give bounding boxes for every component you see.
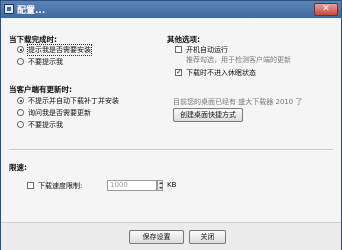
radio-no-prompt-install[interactable] xyxy=(17,58,24,65)
speed-limit-unit: KB xyxy=(167,181,177,189)
radio-no-prompt-update-label[interactable]: 不要提示我 xyxy=(28,120,63,130)
close-window-button[interactable]: ✕ xyxy=(314,3,338,16)
radio-prompt-install-label[interactable]: 提示我是否需要安装 xyxy=(27,44,92,56)
speed-limit-label[interactable]: 下载速度限制: xyxy=(38,181,82,191)
radio-no-prompt-install-label[interactable]: 不要提示我 xyxy=(28,57,63,67)
app-icon xyxy=(4,4,14,14)
client-update-heading: 当客户端有更新时: xyxy=(9,85,72,94)
close-button[interactable]: 关闭 xyxy=(189,230,226,244)
config-dialog: 配置... ✕ 当下载完成时: 提示我是否需要安装 不要提示我 当客户端有更新时… xyxy=(0,0,342,250)
radio-ask-update-label[interactable]: 询问我是否需要更新 xyxy=(28,108,91,118)
radio-auto-update-label[interactable]: 不提示并自动下载补丁并安装 xyxy=(28,96,119,106)
other-options-heading: 其他选项: xyxy=(167,35,200,44)
radio-auto-update[interactable] xyxy=(17,97,24,104)
speed-limit-spinner[interactable] xyxy=(157,180,163,191)
window-title: 配置... xyxy=(17,6,46,16)
autostart-checkbox[interactable] xyxy=(175,46,182,53)
radio-no-prompt-update[interactable] xyxy=(17,121,24,128)
autostart-label[interactable]: 开机自动运行 xyxy=(186,45,228,55)
no-sleep-checkbox[interactable]: ✓ xyxy=(175,69,182,76)
speed-limit-heading: 限速: xyxy=(9,163,27,172)
speed-limit-checkbox[interactable] xyxy=(27,182,34,189)
save-settings-button[interactable]: 保存设置 xyxy=(129,230,184,244)
autostart-hint: 推荐勾选，用于检测客户端的更新 xyxy=(186,56,291,64)
section-divider xyxy=(9,149,333,151)
desktop-shortcut-note: 目前您的桌面已经有 盛大下载器 2010 了 xyxy=(173,98,303,106)
settings-panel: 当下载完成时: 提示我是否需要安装 不要提示我 当客户端有更新时: 不提示并自动… xyxy=(1,18,341,250)
radio-prompt-install[interactable] xyxy=(17,46,24,53)
title-bar[interactable]: 配置... ✕ xyxy=(1,1,341,18)
create-shortcut-button[interactable]: 创建桌面快捷方式 xyxy=(173,108,243,122)
speed-limit-input[interactable]: 1000 xyxy=(107,180,157,191)
download-complete-heading: 当下载完成时: xyxy=(9,35,57,44)
no-sleep-label[interactable]: 下载时不进入休眠状态 xyxy=(186,68,256,78)
dialog-footer: 保存设置 关闭 xyxy=(1,222,341,250)
radio-ask-update[interactable] xyxy=(17,109,24,116)
